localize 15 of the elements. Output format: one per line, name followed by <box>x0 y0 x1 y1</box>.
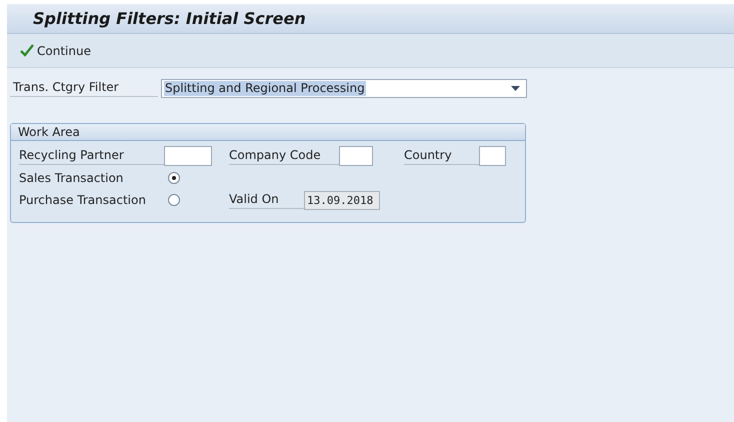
radio-label: Sales Transaction <box>19 170 124 186</box>
input-field[interactable] <box>164 146 212 166</box>
category-dropdown[interactable]: Splitting and Regional Processing <box>161 78 527 98</box>
continue-button[interactable]: Continue <box>17 42 94 60</box>
date-field[interactable]: 13.09.2018 <box>304 190 380 210</box>
radio-button[interactable] <box>168 194 180 206</box>
radio-button[interactable] <box>168 172 180 184</box>
field-label: Trans. Ctgry Filter <box>10 79 158 97</box>
group-title: Work Area <box>11 124 525 141</box>
input-field[interactable] <box>479 146 506 166</box>
window-title: Splitting Filters: Initial Screen <box>33 9 306 28</box>
input-field[interactable] <box>339 146 373 166</box>
radio-label: Purchase Transaction <box>19 192 147 208</box>
caret-icon <box>511 86 520 90</box>
checkmark-icon <box>20 44 34 57</box>
